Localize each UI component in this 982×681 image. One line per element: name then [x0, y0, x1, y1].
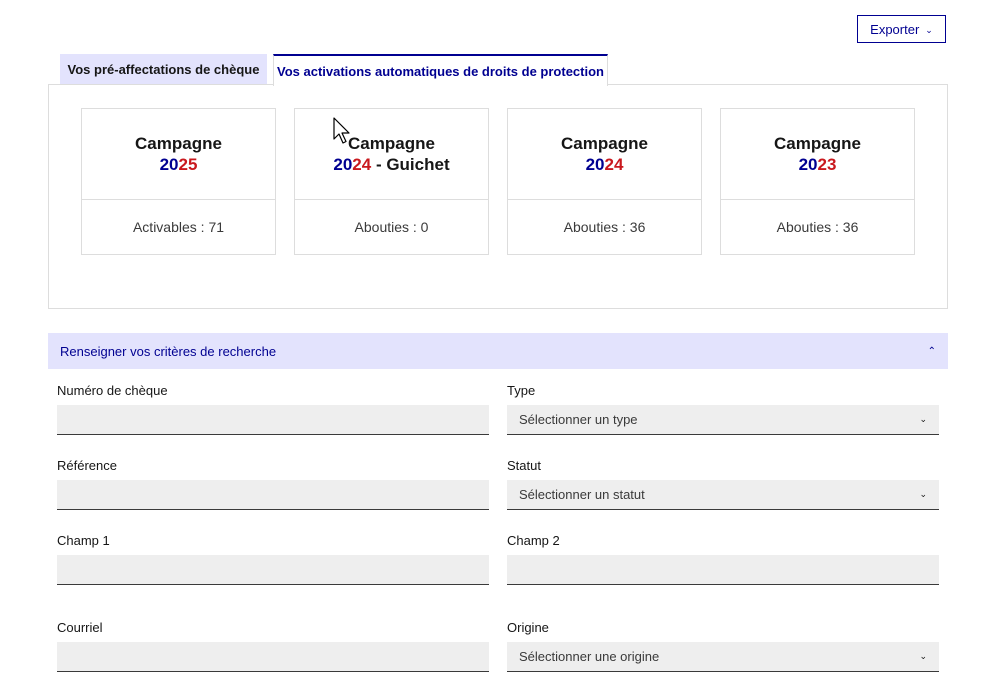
card-title: Campagne	[348, 134, 435, 153]
tab-label: Vos activations automatiques de droits d…	[277, 63, 604, 79]
status-select[interactable]: Sélectionner un statut ⌄	[507, 480, 939, 510]
type-label: Type	[507, 383, 536, 398]
field1-label: Champ 1	[57, 533, 110, 548]
export-label: Exporter	[870, 21, 920, 37]
mouse-cursor-icon	[333, 117, 350, 144]
email-input[interactable]	[57, 642, 489, 672]
card-stat: Abouties : 36	[776, 219, 859, 235]
card-header: Campagne 2024 - Guichet	[295, 109, 488, 200]
type-select[interactable]: Sélectionner un type ⌄	[507, 405, 939, 435]
status-label: Statut	[507, 458, 541, 473]
origin-label: Origine	[507, 620, 549, 635]
card-header: Campagne 2023	[721, 109, 914, 200]
chevron-down-icon: ⌄	[919, 651, 927, 661]
campaign-card-2025[interactable]: Campagne 2025 Activables : 71	[81, 108, 276, 255]
card-stat: Abouties : 0	[354, 219, 429, 235]
cheque-number-label: Numéro de chèque	[57, 383, 168, 398]
tab-automatic-activations[interactable]: Vos activations automatiques de droits d…	[273, 54, 608, 86]
card-stat: Abouties : 36	[563, 219, 646, 235]
tab-label: Vos pré-affectations de chèque	[67, 62, 260, 77]
email-label: Courriel	[57, 620, 103, 635]
campaign-card-2024-guichet[interactable]: Campagne 2024 - Guichet Abouties : 0	[294, 108, 489, 255]
field2-input[interactable]	[507, 555, 939, 585]
chevron-up-icon: ⌃	[927, 345, 936, 357]
cheque-number-input[interactable]	[57, 405, 489, 435]
card-title: Campagne	[135, 134, 222, 153]
field2-label: Champ 2	[507, 533, 560, 548]
accordion-title: Renseigner vos critères de recherche	[60, 343, 277, 359]
card-year: 2025	[159, 155, 198, 174]
card-header: Campagne 2025	[82, 109, 275, 200]
export-button[interactable]: Exporter ⌄	[857, 15, 946, 43]
origin-select[interactable]: Sélectionner une origine ⌄	[507, 642, 939, 672]
card-title: Campagne	[774, 134, 861, 153]
chevron-down-icon: ⌄	[925, 24, 933, 35]
card-header: Campagne 2024	[508, 109, 701, 200]
card-title: Campagne	[561, 134, 648, 153]
card-year: 2024	[585, 155, 624, 174]
search-criteria-accordion[interactable]: Renseigner vos critères de recherche ⌃	[48, 333, 948, 369]
origin-select-value: Sélectionner une origine	[519, 649, 660, 664]
card-year: 2024 - Guichet	[333, 155, 450, 174]
status-select-value: Sélectionner un statut	[519, 487, 645, 502]
field1-input[interactable]	[57, 555, 489, 585]
campaign-card-2024[interactable]: Campagne 2024 Abouties : 36	[507, 108, 702, 255]
tab-cheque-preassignments[interactable]: Vos pré-affectations de chèque	[60, 54, 267, 85]
card-stat: Activables : 71	[132, 219, 225, 235]
type-select-value: Sélectionner un type	[519, 412, 638, 427]
card-year: 2023	[798, 155, 837, 174]
chevron-down-icon: ⌄	[919, 489, 927, 499]
chevron-down-icon: ⌄	[919, 414, 927, 424]
reference-label: Référence	[57, 458, 117, 473]
reference-input[interactable]	[57, 480, 489, 510]
campaign-card-2023[interactable]: Campagne 2023 Abouties : 36	[720, 108, 915, 255]
